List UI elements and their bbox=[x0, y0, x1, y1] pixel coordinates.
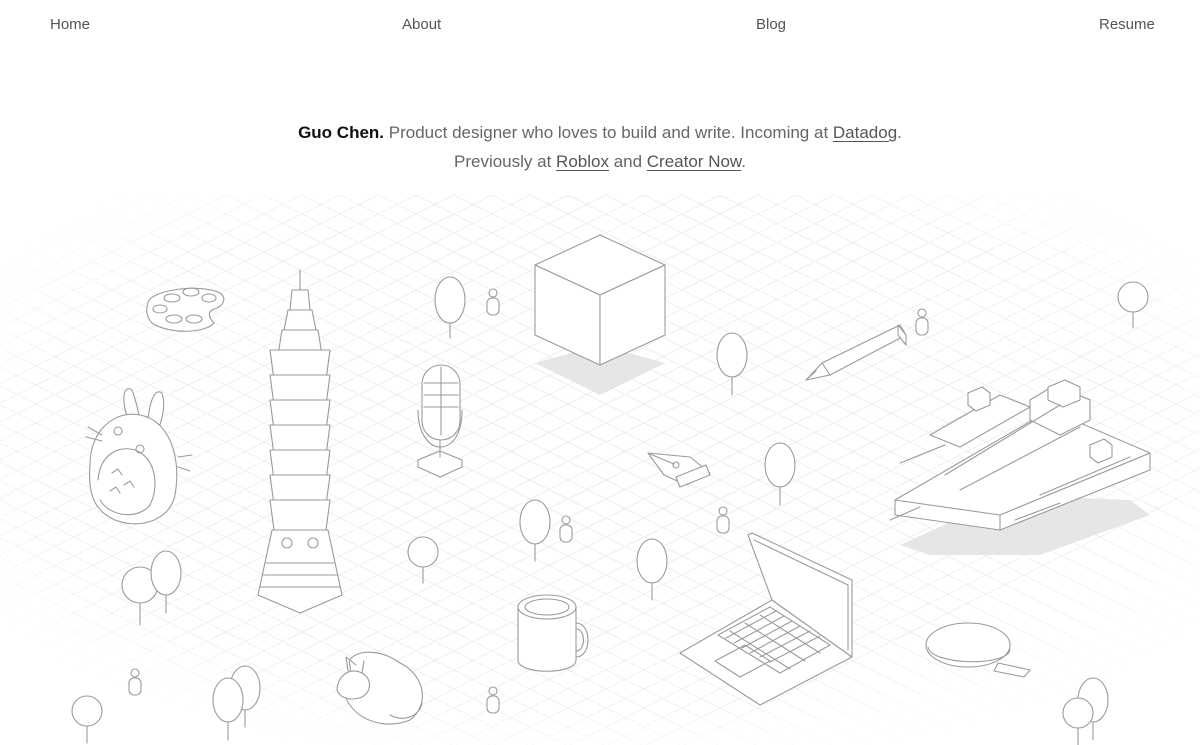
intro-period-2: . bbox=[741, 152, 746, 171]
person-icon bbox=[128, 668, 142, 696]
intro-previously: Previously at bbox=[454, 152, 557, 171]
nav-resume-link[interactable]: Resume bbox=[1099, 16, 1155, 34]
person-icon bbox=[559, 515, 573, 543]
datadog-link[interactable]: Datadog bbox=[833, 123, 897, 142]
author-name: Guo Chen. bbox=[298, 123, 385, 142]
top-nav: Home About Blog Resume bbox=[0, 0, 1200, 50]
intro-and: and bbox=[608, 152, 647, 171]
paint-palette-icon bbox=[146, 287, 225, 332]
roblox-link[interactable]: Roblox bbox=[556, 152, 609, 171]
nav-blog-link[interactable]: Blog bbox=[756, 16, 786, 34]
person-icon bbox=[716, 506, 730, 534]
isometric-illustration bbox=[0, 195, 1200, 745]
microphone-icon bbox=[417, 364, 463, 478]
creator-now-link[interactable]: Creator Now bbox=[647, 152, 741, 171]
cube-icon bbox=[534, 234, 666, 395]
intro-line-1: Guo Chen. Product designer who loves to … bbox=[0, 118, 1200, 147]
nav-home-link[interactable]: Home bbox=[50, 16, 90, 34]
person-icon bbox=[915, 308, 929, 336]
intro-text: Guo Chen. Product designer who loves to … bbox=[0, 118, 1200, 176]
intro-description: Product designer who loves to build and … bbox=[384, 123, 833, 142]
intro-period: . bbox=[897, 123, 902, 142]
intro-line-2: Previously at Roblox and Creator Now. bbox=[0, 147, 1200, 176]
person-icon bbox=[486, 686, 500, 714]
person-icon bbox=[486, 288, 500, 316]
nav-about-link[interactable]: About bbox=[402, 16, 441, 34]
